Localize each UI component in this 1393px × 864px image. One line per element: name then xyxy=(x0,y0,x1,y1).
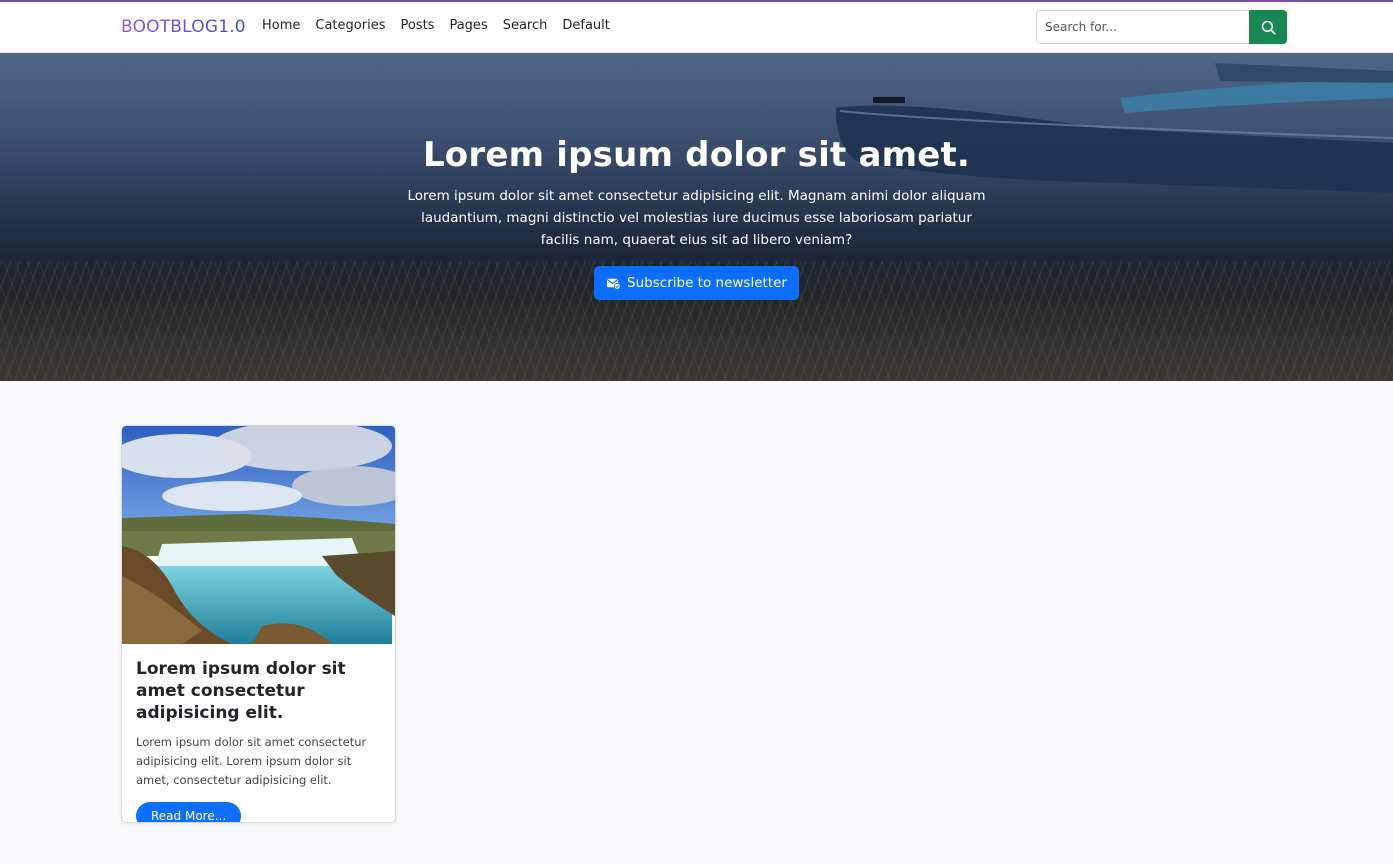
nav-link-search[interactable]: Search xyxy=(503,18,548,33)
nav-link-default[interactable]: Default xyxy=(562,18,610,33)
hero-title: Lorem ipsum dolor sit amet. xyxy=(422,135,971,175)
subscribe-button[interactable]: Subscribe to newsletter xyxy=(594,266,799,300)
nav-link-pages[interactable]: Pages xyxy=(449,18,487,33)
nav-link-home[interactable]: Home xyxy=(262,18,300,33)
nav-link-categories[interactable]: Categories xyxy=(315,18,385,33)
post-excerpt: Lorem ipsum dolor sit amet consectetur a… xyxy=(136,735,367,787)
brand-logo[interactable]: BOOTBLOG1.0 xyxy=(121,17,246,37)
nav-links: Home Categories Posts Pages Search Defau… xyxy=(262,18,625,33)
search-form xyxy=(1036,10,1287,44)
nav-link-posts[interactable]: Posts xyxy=(400,18,434,33)
post-title[interactable]: Lorem ipsum dolor sit amet consectetur a… xyxy=(136,658,381,724)
search-button[interactable] xyxy=(1249,10,1287,44)
hero-description: Lorem ipsum dolor sit amet consectetur a… xyxy=(407,188,986,248)
envelope-check-icon xyxy=(606,278,621,290)
search-icon xyxy=(1261,20,1276,35)
post-card-body: Lorem ipsum dolor sit amet consectetur a… xyxy=(122,644,395,822)
subscribe-button-label: Subscribe to newsletter xyxy=(627,275,787,291)
read-more-button[interactable]: Read More... xyxy=(136,802,242,822)
hero-banner: Lorem ipsum dolor sit amet. Lorem ipsum … xyxy=(0,53,1393,381)
hero-content: Lorem ipsum dolor sit amet. Lorem ipsum … xyxy=(0,135,1393,300)
navbar: BOOTBLOG1.0 Home Categories Posts Pages … xyxy=(0,2,1393,53)
post-card: Lorem ipsum dolor sit amet consectetur a… xyxy=(121,425,396,823)
waterfall-image xyxy=(122,426,395,644)
search-input[interactable] xyxy=(1036,10,1250,44)
